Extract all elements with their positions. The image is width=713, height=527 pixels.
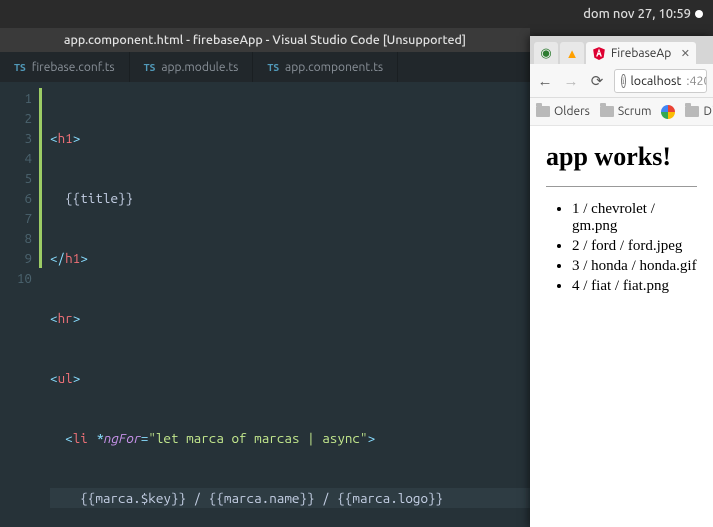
line-number: 9	[0, 248, 32, 268]
list-item: 3 / honda / honda.gif	[572, 258, 697, 275]
line-number: 6	[0, 188, 32, 208]
browser-tab-strip: ◉ ▲ FirebaseAp ✕	[530, 36, 713, 64]
browser-tab-title: FirebaseAp	[611, 47, 671, 60]
git-change-indicator	[39, 88, 42, 268]
firebase-icon: ▲	[566, 46, 579, 61]
divider	[546, 186, 697, 187]
line-number: 1	[0, 88, 32, 108]
browser-tab-active[interactable]: FirebaseAp ✕	[586, 42, 696, 64]
list-item: 4 / fiat / fiat.png	[572, 278, 697, 295]
list-item: 2 / ford / ford.jpeg	[572, 238, 697, 255]
bookmark-olders[interactable]: Olders	[536, 105, 590, 118]
browser-tab-inactive-1[interactable]: ◉	[534, 42, 558, 64]
folder-icon	[685, 106, 699, 117]
app-icon: ◉	[540, 46, 551, 61]
line-number: 2	[0, 108, 32, 128]
typescript-icon: TS	[267, 62, 279, 73]
bookmark-label: Olders	[554, 105, 590, 118]
editor-tab-label: app.module.ts	[161, 61, 238, 74]
code-content[interactable]: <h1> {{title}} </h1> <hr> <ul> <li *ngFo…	[42, 82, 530, 527]
system-menubar: dom nov 27, 10:59	[0, 0, 713, 28]
line-number: 4	[0, 148, 32, 168]
back-button[interactable]: ←	[536, 72, 554, 90]
url-port: :4200	[686, 74, 707, 88]
browser-tab-inactive-2[interactable]: ▲	[560, 42, 584, 64]
line-number: 3	[0, 128, 32, 148]
bookmarks-bar: Olders Scrum Diverso	[530, 98, 713, 126]
reload-button[interactable]: ⟳	[588, 72, 606, 90]
line-number: 10	[0, 268, 32, 288]
line-number: 7	[0, 208, 32, 228]
bookmark-diversos[interactable]: Diverso	[685, 105, 713, 118]
chrome-window: ◉ ▲ FirebaseAp ✕ ← → ⟳ i localhost:4200 …	[530, 36, 713, 527]
vscode-titlebar: app.component.html - firebaseApp - Visua…	[0, 28, 530, 52]
page-heading: app works!	[546, 142, 697, 172]
forward-button[interactable]: →	[562, 72, 580, 90]
angular-icon	[592, 46, 606, 60]
items-list: 1 / chevrolet / gm.png 2 / ford / ford.j…	[546, 201, 697, 295]
url-host: localhost	[631, 74, 682, 88]
site-info-icon[interactable]: i	[621, 74, 626, 88]
active-line: {{marca.$key}} / {{marca.name}} / {{marc…	[50, 488, 530, 508]
editor-tabs: TS firebase.conf.ts TS app.module.ts TS …	[0, 52, 530, 82]
bookmark-colored[interactable]	[661, 105, 675, 119]
line-number: 8	[0, 228, 32, 248]
editor-tab-label: app.component.ts	[285, 61, 383, 74]
folder-icon	[600, 106, 614, 117]
bookmark-label: Scrum	[618, 105, 652, 118]
browser-toolbar: ← → ⟳ i localhost :4200	[530, 64, 713, 98]
chrome-icon	[661, 105, 675, 119]
list-item: 1 / chevrolet / gm.png	[572, 201, 697, 235]
typescript-icon: TS	[14, 62, 26, 73]
folder-icon	[536, 106, 550, 117]
editor-tab-app-component[interactable]: TS app.component.ts	[253, 52, 398, 82]
page-content: app works! 1 / chevrolet / gm.png 2 / fo…	[530, 126, 713, 527]
system-clock: dom nov 27, 10:59	[583, 7, 691, 21]
system-indicator-dot-icon	[695, 10, 703, 18]
address-bar[interactable]: i localhost :4200	[614, 69, 707, 93]
editor-tab-firebase-conf[interactable]: TS firebase.conf.ts	[0, 52, 130, 82]
editor-tab-label: firebase.conf.ts	[32, 61, 115, 74]
line-number: 5	[0, 168, 32, 188]
close-tab-icon[interactable]: ✕	[681, 47, 690, 60]
line-number-gutter: 1 2 3 4 5 6 7 8 9 10	[0, 82, 42, 527]
code-editor[interactable]: 1 2 3 4 5 6 7 8 9 10 <h1> {{title}} </h1…	[0, 82, 530, 527]
bookmark-label: Diverso	[703, 105, 713, 118]
bookmark-scrum[interactable]: Scrum	[600, 105, 652, 118]
editor-tab-app-module[interactable]: TS app.module.ts	[130, 52, 254, 82]
typescript-icon: TS	[144, 62, 156, 73]
vscode-window: app.component.html - firebaseApp - Visua…	[0, 28, 530, 527]
